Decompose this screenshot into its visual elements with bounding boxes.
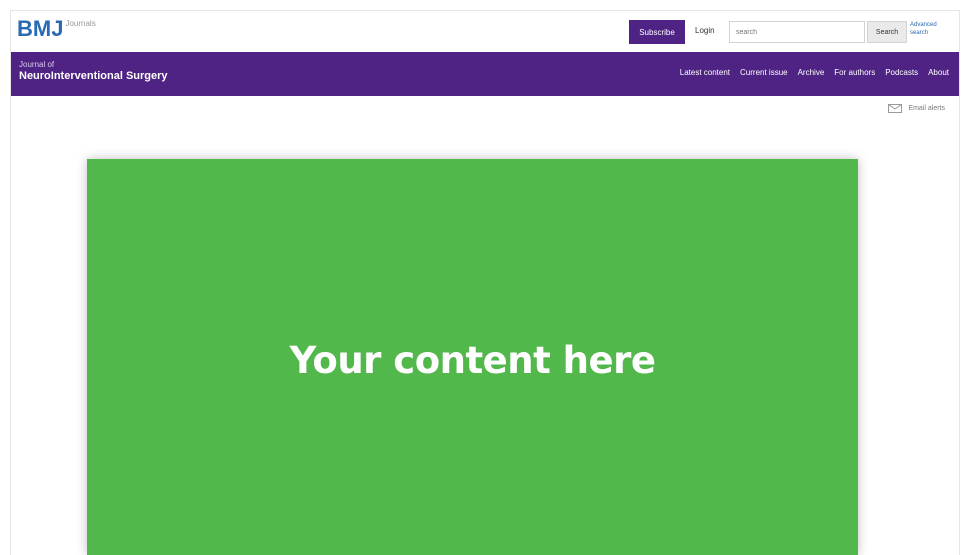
logo-mark: BMJ bbox=[17, 16, 64, 41]
page: BMJ Journals Subscribe Login Search Adva… bbox=[0, 0, 962, 555]
login-link[interactable]: Login bbox=[695, 26, 715, 35]
nav-link-podcasts[interactable]: Podcasts bbox=[885, 68, 918, 77]
journal-title-name: NeuroInterventional Surgery bbox=[19, 70, 168, 82]
nav-link-latest-content[interactable]: Latest content bbox=[680, 68, 730, 77]
top-bar: BMJ Journals Subscribe Login Search Adva… bbox=[11, 11, 959, 51]
journal-title-prefix: Journal of bbox=[19, 60, 55, 69]
nav-link-for-authors[interactable]: For authors bbox=[834, 68, 875, 77]
journal-nav-bar: Journal of NeuroInterventional Surgery L… bbox=[11, 52, 959, 96]
subscribe-button[interactable]: Subscribe bbox=[629, 20, 685, 44]
content-placeholder: Your content here bbox=[87, 159, 858, 555]
email-alerts-link[interactable]: Email alerts bbox=[888, 104, 945, 113]
search-button[interactable]: Search bbox=[867, 21, 907, 43]
envelope-icon bbox=[888, 104, 903, 113]
search-input[interactable] bbox=[729, 21, 865, 43]
advanced-search-link[interactable]: Advanced search bbox=[910, 21, 954, 37]
logo-subtitle: Journals bbox=[65, 19, 96, 28]
nav-link-current-issue[interactable]: Current issue bbox=[740, 68, 788, 77]
content-placeholder-text: Your content here bbox=[289, 339, 656, 382]
nav-link-archive[interactable]: Archive bbox=[798, 68, 825, 77]
journal-title[interactable]: Journal of NeuroInterventional Surgery bbox=[19, 60, 168, 83]
email-alerts-label: Email alerts bbox=[908, 105, 945, 112]
nav-link-about[interactable]: About bbox=[928, 68, 949, 77]
bmj-journals-logo[interactable]: BMJ Journals bbox=[17, 17, 96, 41]
nav-links: Latest content Current issue Archive For… bbox=[680, 68, 949, 77]
